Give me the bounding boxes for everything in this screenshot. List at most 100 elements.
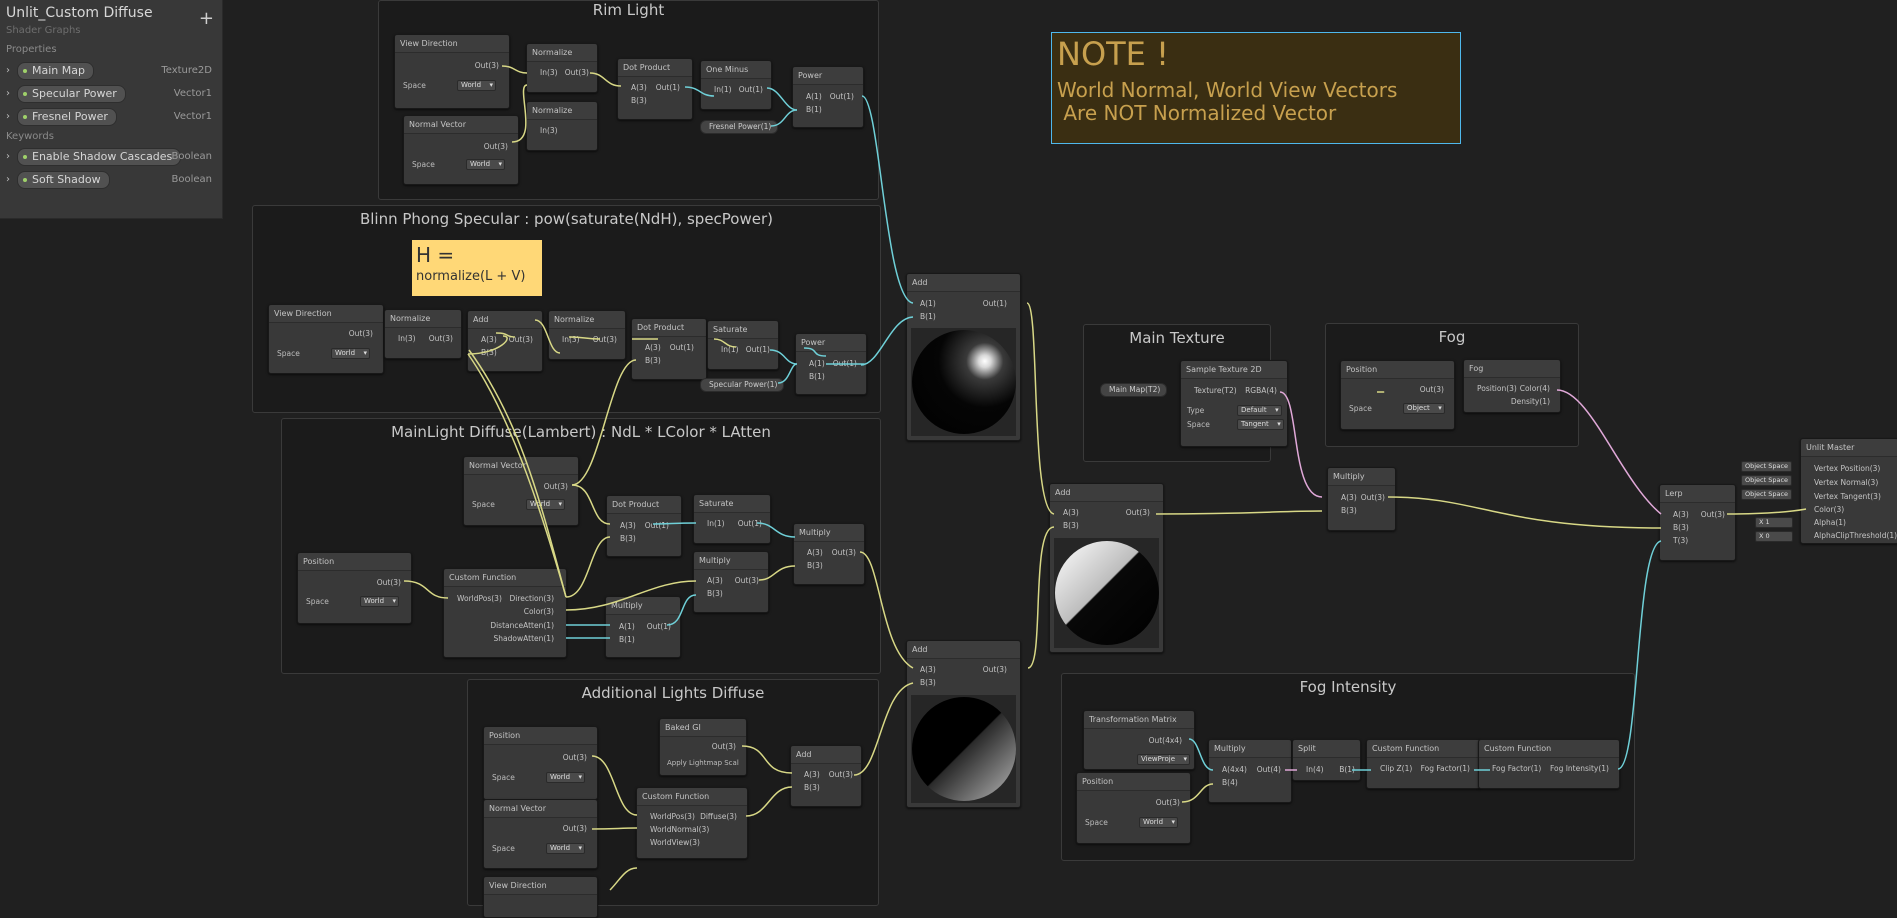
port-out[interactable]: Out(3) — [475, 61, 499, 71]
space-dropdown[interactable]: World — [526, 499, 566, 510]
expand-arrow-icon[interactable]: › — [6, 88, 10, 99]
node-fog[interactable]: Fog Position(3) Color(4) Density(1) — [1463, 359, 1561, 413]
port-in[interactable]: In(3) — [562, 335, 580, 345]
space-dropdown[interactable]: Object — [1403, 403, 1445, 414]
port-in[interactable]: In(3) — [540, 68, 558, 78]
port-alpha[interactable]: Alpha(1) — [1814, 518, 1846, 528]
port-out[interactable]: Out(1) — [647, 622, 671, 632]
node-multiply[interactable]: Multiply A(3) B(3) Out(3) — [1327, 467, 1396, 531]
node-add-preview[interactable]: Add A(3) B(3) Out(3) — [906, 640, 1021, 808]
port-out[interactable]: Out(3) — [509, 335, 533, 345]
space-dropdown[interactable]: World — [1139, 817, 1179, 828]
port-out[interactable]: Out(3) — [735, 576, 759, 586]
node-split[interactable]: Split In(4) B(1) — [1292, 739, 1361, 781]
port-vertex-normal[interactable]: Vertex Normal(3) — [1814, 478, 1878, 488]
node-power[interactable]: Power A(1) B(1) Out(1) — [792, 66, 864, 128]
node-custom-function[interactable]: Custom Function WorldPos(3) Direction(3)… — [443, 568, 567, 658]
node-multiply[interactable]: Multiply A(1) B(1) Out(1) — [605, 596, 681, 658]
port-worldpos[interactable]: WorldPos(3) — [650, 812, 695, 822]
node-view-direction[interactable]: View Direction — [483, 876, 598, 918]
port-out[interactable]: Out(4x4) — [1149, 736, 1182, 746]
port-in[interactable]: In(4) — [1306, 765, 1324, 775]
node-unlit-master[interactable]: Unlit Master Vertex Position(3) Vertex N… — [1800, 438, 1897, 544]
node-normalize[interactable]: Normalize In(3) — [526, 101, 598, 151]
port-a[interactable]: A(3) — [804, 770, 820, 780]
fresnel-power-chip[interactable]: Fresnel Power(1) — [700, 120, 779, 134]
port-clip-z[interactable]: Clip Z(1) — [1380, 764, 1412, 774]
port-vertex-position[interactable]: Vertex Position(3) — [1814, 464, 1880, 474]
node-normal-vector[interactable]: Normal Vector Out(3) Space World — [403, 115, 519, 185]
port-diffuse[interactable]: Diffuse(3) — [700, 812, 737, 822]
port-t[interactable]: T(3) — [1673, 536, 1688, 546]
node-position[interactable]: Position Out(3) Space Object — [1340, 360, 1455, 430]
port-a[interactable]: A(4x4) — [1222, 765, 1247, 775]
node-add[interactable]: Add A(3) B(3) Out(3) — [467, 310, 543, 372]
space-dropdown[interactable]: World — [360, 596, 400, 607]
port-a[interactable]: A(3) — [1063, 508, 1079, 518]
port-out[interactable]: Out(1) — [645, 521, 669, 531]
port-out[interactable]: Out(3) — [983, 665, 1007, 675]
port-a[interactable]: A(1) — [920, 299, 936, 309]
port-a[interactable]: A(1) — [806, 92, 822, 102]
node-transformation-matrix[interactable]: Transformation Matrix Out(4x4) ViewProje — [1083, 710, 1195, 770]
node-multiply[interactable]: Multiply A(3) B(3) Out(3) — [793, 523, 865, 585]
port-fog-factor[interactable]: Fog Factor(1) — [1421, 764, 1470, 774]
port-out[interactable]: Out(3) — [377, 578, 401, 588]
node-saturate[interactable]: Saturate In(1) Out(1) — [707, 320, 779, 370]
object-space-chip[interactable]: Object Space — [1741, 475, 1793, 486]
port-b[interactable]: B(3) — [481, 348, 497, 358]
port-out[interactable]: Out(3) — [1126, 508, 1150, 518]
type-dropdown[interactable]: Default — [1237, 405, 1282, 416]
port-out[interactable]: Out(3) — [484, 142, 508, 152]
space-dropdown[interactable]: World — [331, 348, 371, 359]
property-specular-power[interactable]: Specular Power — [17, 85, 126, 103]
port-color[interactable]: Color(3) — [524, 607, 554, 617]
keyword-enable-shadow-cascades[interactable]: Enable Shadow Cascades — [17, 148, 182, 166]
port-out[interactable]: Out(1) — [739, 85, 763, 95]
port-b[interactable]: B(3) — [920, 678, 936, 688]
space-dropdown[interactable]: World — [466, 159, 506, 170]
node-normalize[interactable]: Normalize In(3) Out(3) — [384, 309, 462, 359]
port-distance-atten[interactable]: DistanceAtten(1) — [490, 621, 554, 631]
port-texture[interactable]: Texture(T2) — [1194, 386, 1237, 396]
node-multiply[interactable]: Multiply A(3) B(3) Out(3) — [693, 551, 769, 613]
node-normalize[interactable]: Normalize In(3) Out(3) — [548, 310, 626, 360]
space-dropdown[interactable]: World — [546, 843, 586, 854]
note-sticky[interactable]: NOTE ! World Normal, World View Vectors … — [1051, 32, 1461, 144]
port-color[interactable]: Color(3) — [1814, 505, 1844, 515]
port-out[interactable]: Out(4) — [1257, 765, 1281, 775]
port-density[interactable]: Density(1) — [1511, 397, 1550, 407]
port-color[interactable]: Color(4) — [1520, 384, 1550, 394]
node-normal-vector[interactable]: Normal Vector Out(3) Space World — [463, 456, 579, 526]
port-out[interactable]: Out(3) — [829, 770, 853, 780]
port-world-normal[interactable]: WorldNormal(3) — [650, 825, 709, 835]
expand-arrow-icon[interactable]: › — [6, 174, 10, 185]
expand-arrow-icon[interactable]: › — [6, 111, 10, 122]
port-fog-factor[interactable]: Fog Factor(1) — [1492, 764, 1541, 774]
port-in[interactable]: In(1) — [721, 345, 739, 355]
space-dropdown[interactable]: World — [546, 772, 586, 783]
blackboard-panel[interactable]: Unlit_Custom Diffuse Shader Graphs + Pro… — [0, 0, 223, 219]
port-worldpos[interactable]: WorldPos(3) — [457, 594, 502, 604]
port-out[interactable]: Out(1) — [833, 359, 857, 369]
node-one-minus[interactable]: One Minus In(1) Out(1) — [700, 60, 772, 110]
keyword-soft-shadow[interactable]: Soft Shadow — [17, 171, 110, 189]
port-in[interactable]: In(3) — [398, 334, 416, 344]
port-b[interactable]: B(3) — [1063, 521, 1079, 531]
node-dot-product[interactable]: Dot Product A(3) B(3) Out(1) — [631, 318, 707, 380]
port-a[interactable]: A(3) — [807, 548, 823, 558]
port-direction[interactable]: Direction(3) — [509, 594, 554, 604]
port-out[interactable]: Out(1) — [983, 299, 1007, 309]
port-in[interactable]: In(1) — [714, 85, 732, 95]
node-position[interactable]: Position Out(3) Space World — [483, 726, 598, 800]
port-a[interactable]: A(3) — [1673, 510, 1689, 520]
port-b[interactable]: B(3) — [645, 356, 661, 366]
port-in[interactable]: In(1) — [707, 519, 725, 529]
node-add-preview[interactable]: Add A(3) B(3) Out(3) — [1049, 483, 1164, 653]
node-normalize[interactable]: Normalize In(3) Out(3) — [526, 43, 598, 93]
port-out[interactable]: Out(3) — [563, 753, 587, 763]
node-custom-function[interactable]: Custom Function Clip Z(1) Fog Factor(1) — [1366, 739, 1481, 789]
port-a[interactable]: A(3) — [631, 83, 647, 93]
expand-arrow-icon[interactable]: › — [6, 65, 10, 76]
port-b[interactable]: B(3) — [707, 589, 723, 599]
